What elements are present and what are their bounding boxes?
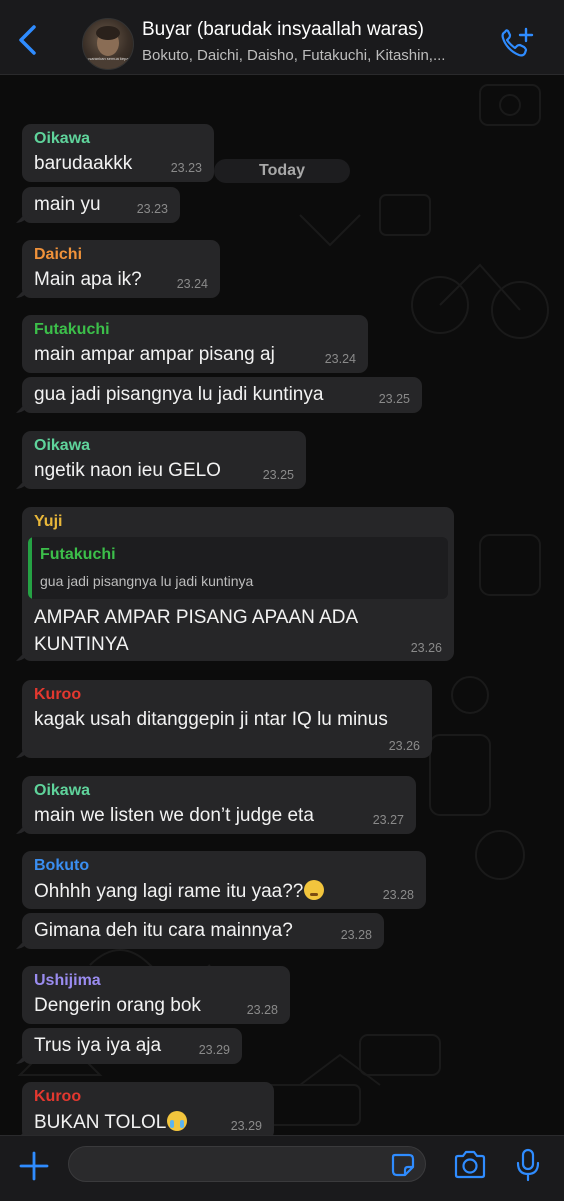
message-sender: Kuroo xyxy=(34,686,82,703)
message-time: 23.24 xyxy=(324,352,356,366)
message-text: Gimana deh itu cara mainnya? xyxy=(34,920,293,941)
message-text: gua jadi pisangnya lu jadi kuntinya xyxy=(34,384,324,405)
message-sender: Yuji xyxy=(34,513,63,530)
message-sender: Kuroo xyxy=(34,1088,82,1105)
message-bubble[interactable]: Bokuto Ohhhh yang lagi rame itu yaa?? 23… xyxy=(22,851,426,909)
quoted-text: gua jadi pisangnya lu jadi kuntinya xyxy=(40,573,254,589)
add-call-icon[interactable] xyxy=(498,26,534,60)
message-time: 23.28 xyxy=(382,888,414,902)
message-text: BUKAN TOLOL xyxy=(34,1112,167,1133)
message-time: 23.28 xyxy=(340,928,372,942)
message-sender: Daichi xyxy=(34,246,83,263)
microphone-icon[interactable] xyxy=(514,1148,542,1182)
chat-title[interactable]: Buyar (barudak insyaallah waras) xyxy=(142,19,502,41)
message-time: 23.23 xyxy=(136,202,168,216)
message-text: Dengerin orang bok xyxy=(34,995,201,1016)
message-text: barudaakkk xyxy=(34,153,133,174)
message-sender: Bokuto xyxy=(34,857,90,874)
message-bubble[interactable]: Oikawa barudaakkk 23.23 xyxy=(22,124,214,182)
message-time: 23.23 xyxy=(170,161,202,175)
group-avatar[interactable]: kusarankan semua kepadamu xyxy=(82,18,134,70)
quote-bar xyxy=(28,537,32,599)
message-sender: Oikawa xyxy=(34,130,91,147)
message-sender: Oikawa xyxy=(34,782,91,799)
message-sender: Oikawa xyxy=(34,437,91,454)
plus-icon[interactable] xyxy=(18,1150,50,1182)
quoted-sender: Futakuchi xyxy=(40,546,116,563)
message-list[interactable]: Today Oikawa barudaakkk 23.23 main yu 23… xyxy=(0,75,564,1135)
message-text-wrap: BUKAN TOLOL xyxy=(34,1111,188,1134)
sticker-icon[interactable] xyxy=(390,1152,416,1178)
message-sender: Futakuchi xyxy=(34,321,110,338)
thinking-face-emoji xyxy=(304,880,325,900)
avatar-caption: kusarankan semua kepadamu xyxy=(85,56,131,61)
camera-icon[interactable] xyxy=(452,1150,488,1180)
message-text: main we listen we don’t judge eta xyxy=(34,805,314,826)
message-text: kagak usah ditanggepin ji ntar IQ lu min… xyxy=(34,709,388,730)
message-text: main yu xyxy=(34,194,101,215)
chat-members[interactable]: Bokuto, Daichi, Daisho, Futakuchi, Kitas… xyxy=(142,47,502,64)
message-text: main ampar ampar pisang aj xyxy=(34,344,275,365)
loudly-crying-face-emoji xyxy=(167,1111,188,1131)
message-text: ngetik naon ieu GELO xyxy=(34,460,221,481)
message-text-wrap: Ohhhh yang lagi rame itu yaa?? xyxy=(34,880,325,903)
message-bubble[interactable]: Futakuchi main ampar ampar pisang aj 23.… xyxy=(22,315,368,373)
avatar-photo xyxy=(89,26,127,69)
message-text: AMPAR AMPAR PISANG APAAN ADA KUNTINYA xyxy=(34,607,358,655)
message-time: 23.24 xyxy=(176,277,208,291)
message-text: Main apa ik? xyxy=(34,269,142,290)
message-bubble[interactable]: Kuroo BUKAN TOLOL 23.29 xyxy=(22,1082,274,1135)
chat-header: kusarankan semua kepadamu Buyar (barudak… xyxy=(0,0,564,75)
message-time: 23.27 xyxy=(372,813,404,827)
message-time: 23.26 xyxy=(388,739,420,753)
message-input[interactable] xyxy=(68,1146,426,1182)
composer-bar xyxy=(0,1135,564,1201)
message-bubble[interactable]: main yu 23.23 xyxy=(22,187,180,223)
message-bubble[interactable]: Oikawa ngetik naon ieu GELO 23.25 xyxy=(22,431,306,489)
message-time: 23.25 xyxy=(378,392,410,406)
message-text: Trus iya iya aja xyxy=(34,1035,162,1056)
message-time: 23.25 xyxy=(262,468,294,482)
chevron-left-icon[interactable] xyxy=(12,22,44,58)
message-bubble[interactable]: Ushijima Dengerin orang bok 23.28 xyxy=(22,966,290,1024)
message-bubble[interactable]: Trus iya iya aja 23.29 xyxy=(22,1028,242,1064)
message-time: 23.29 xyxy=(230,1119,262,1133)
message-time: 23.28 xyxy=(246,1003,278,1017)
message-bubble[interactable]: Yuji Futakuchi gua jadi pisangnya lu jad… xyxy=(22,507,454,661)
message-time: 23.29 xyxy=(198,1043,230,1057)
message-bubble[interactable]: Gimana deh itu cara mainnya? 23.28 xyxy=(22,913,384,949)
message-bubble[interactable]: Daichi Main apa ik? 23.24 xyxy=(22,240,220,298)
quoted-message[interactable]: Futakuchi gua jadi pisangnya lu jadi kun… xyxy=(28,537,448,599)
message-bubble[interactable]: Oikawa main we listen we don’t judge eta… xyxy=(22,776,416,834)
message-time: 23.26 xyxy=(410,641,442,655)
message-bubble[interactable]: Kuroo kagak usah ditanggepin ji ntar IQ … xyxy=(22,680,432,758)
date-separator: Today xyxy=(214,159,350,183)
message-text: Ohhhh yang lagi rame itu yaa?? xyxy=(34,881,304,902)
message-sender: Ushijima xyxy=(34,972,101,989)
message-bubble[interactable]: gua jadi pisangnya lu jadi kuntinya 23.2… xyxy=(22,377,422,413)
